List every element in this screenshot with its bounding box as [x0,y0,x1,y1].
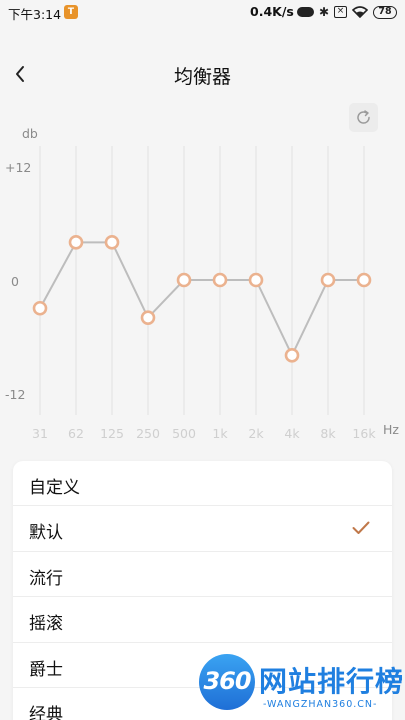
eq-band-handle[interactable] [104,235,120,250]
x-tick-label: 31 [32,426,48,441]
status-time: 下午3:14 [8,7,62,22]
x-axis-label: Hz [383,422,399,437]
eq-curve-line [39,241,364,358]
y-tick-top: +12 [5,160,31,175]
eq-band-handle[interactable] [32,300,48,316]
x-tick-label: 250 [136,426,160,441]
preset-item-custom[interactable]: 自定义 [13,461,392,507]
app-bar: 均衡器 [0,52,405,96]
y-tick-bottom: -12 [5,387,25,402]
preset-label: 爵士 [29,659,63,680]
watermark-logo: 360 网站排行榜 -WANGZHAN360.CN- [195,654,405,720]
x-tick-label: 125 [100,426,124,441]
x-tick-label: 16k [352,426,376,441]
watermark-badge: 360 [199,654,255,710]
y-axis-label: db [22,126,38,141]
y-tick-zero: 0 [11,274,19,289]
eq-band-handle[interactable] [320,272,336,288]
status-pill-icon [296,7,314,17]
preset-item-pop[interactable]: 流行 [13,552,392,598]
preset-item-rock[interactable]: 摇滚 [13,597,392,643]
x-tick-label: 2k [248,426,264,441]
check-icon [352,521,370,535]
x-tick-label: 62 [68,426,84,441]
network-speed: 0.4K/s [250,4,294,19]
battery-icon: 78 [373,5,397,19]
x-tick-label: 4k [284,426,300,441]
eq-band-handle[interactable] [176,272,192,288]
watermark-name: 网站排行榜 [259,665,405,698]
status-icons: ✱ × 78 [292,4,397,20]
status-bar: 下午3:14 T 0.4K/s ✱ × 78 [0,0,405,26]
x-tick-label: 8k [320,426,336,441]
eq-band-handle[interactable] [140,310,156,325]
x-tick-label: 500 [172,426,196,441]
eq-band-handle[interactable] [284,348,300,363]
no-sim-icon: × [334,6,347,18]
bluetooth-icon: ✱ [318,5,329,19]
eq-band-handle[interactable] [212,272,228,288]
equalizer-chart[interactable]: db Hz +12 0 -12 31 62 125 250 500 1k 2k 4k 8k 16k [0,118,405,448]
preset-label: 默认 [29,523,63,544]
eq-band-handle[interactable] [68,235,84,250]
page-title: 均衡器 [173,66,231,88]
wifi-icon [352,6,368,18]
eq-band-handle[interactable] [248,272,264,288]
preset-item-default[interactable]: 默认 [13,506,392,552]
preset-label: 自定义 [29,478,80,498]
pill-icon: T [64,5,78,19]
preset-label: 摇滚 [29,614,63,635]
preset-label: 流行 [29,568,63,589]
x-tick-label: 1k [212,426,228,441]
watermark-url: -WANGZHAN360.CN- [263,699,378,710]
eq-band-handle[interactable] [356,272,372,288]
preset-label: 经典 [29,704,63,720]
